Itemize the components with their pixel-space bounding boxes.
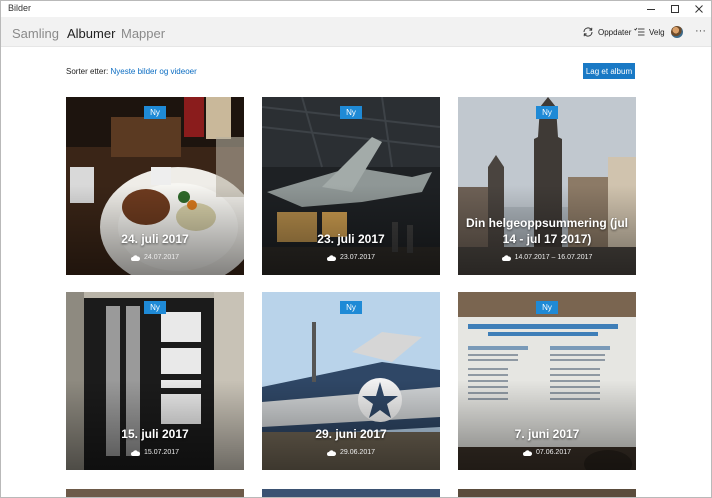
select-button[interactable]: Velg bbox=[634, 25, 665, 39]
album-date-row: 07.06.2017 bbox=[458, 449, 636, 456]
new-badge: Ny bbox=[340, 106, 362, 119]
sort-prefix: Sorter etter: bbox=[66, 67, 109, 76]
window-controls bbox=[639, 1, 711, 17]
sort-row: Sorter etter: Nyeste bilder og videoer bbox=[66, 67, 197, 76]
tab-albumer[interactable]: Albumer bbox=[67, 26, 115, 41]
album-date: 29.06.2017 bbox=[339, 449, 376, 456]
album-title: Din helgeoppsummering (jul 14 - jul 17 2… bbox=[465, 216, 628, 246]
tile-shade bbox=[262, 185, 440, 275]
new-badge: Ny bbox=[536, 106, 558, 119]
album-title: 24. juli 2017 bbox=[121, 232, 189, 246]
tab-mapper[interactable]: Mapper bbox=[121, 26, 165, 41]
maximize-icon bbox=[671, 5, 679, 13]
new-badge: Ny bbox=[144, 301, 166, 314]
album-tile[interactable]: Ny 15. juli 2017 15.07.2017 bbox=[66, 292, 244, 470]
minimize-button[interactable] bbox=[639, 1, 663, 17]
refresh-button[interactable]: Oppdater bbox=[582, 25, 631, 39]
avatar[interactable] bbox=[671, 26, 683, 38]
photos-window: Bilder Samling Albumer Mapper Oppdater V… bbox=[0, 0, 712, 498]
album-date-row: 24.07.2017 bbox=[66, 254, 244, 261]
album-date: 23.07.2017 bbox=[339, 254, 376, 261]
album-date-row: 23.07.2017 bbox=[262, 254, 440, 261]
album-title: 23. juli 2017 bbox=[317, 232, 385, 246]
select-label: Velg bbox=[649, 27, 665, 37]
new-badge: Ny bbox=[536, 301, 558, 314]
album-tile-partial[interactable] bbox=[262, 489, 440, 497]
cloud-icon bbox=[326, 254, 336, 261]
album-date: 24.07.2017 bbox=[143, 254, 180, 261]
album-tile[interactable]: Ny 29. juni 2017 29.06.2017 bbox=[262, 292, 440, 470]
more-options-button[interactable]: ··· bbox=[695, 25, 706, 37]
album-date-row: 14.07.2017 – 16.07.2017 bbox=[458, 254, 636, 261]
maximize-button[interactable] bbox=[663, 1, 687, 17]
close-icon bbox=[695, 5, 703, 13]
new-badge: Ny bbox=[144, 106, 166, 119]
tile-shade bbox=[262, 380, 440, 470]
album-date: 07.06.2017 bbox=[535, 449, 572, 456]
tile-shade bbox=[66, 185, 244, 275]
new-badge: Ny bbox=[340, 301, 362, 314]
cloud-icon bbox=[130, 449, 140, 456]
sort-dropdown[interactable]: Nyeste bilder og videoer bbox=[110, 67, 196, 76]
tab-samling[interactable]: Samling bbox=[12, 26, 59, 41]
title-bar: Bilder bbox=[1, 1, 711, 17]
album-tile[interactable]: Ny 24. juli 2017 24.07.2017 bbox=[66, 97, 244, 275]
tile-shade bbox=[66, 380, 244, 470]
create-album-button[interactable]: Lag et album bbox=[583, 63, 635, 79]
album-date: 14.07.2017 – 16.07.2017 bbox=[514, 254, 593, 261]
album-tile[interactable]: Ny 23. juli 2017 23.07.2017 bbox=[262, 97, 440, 275]
close-button[interactable] bbox=[687, 1, 711, 17]
tile-shade bbox=[458, 380, 636, 470]
album-title: 7. juni 2017 bbox=[514, 427, 580, 441]
album-title: 15. juli 2017 bbox=[121, 427, 189, 441]
cloud-icon bbox=[501, 254, 511, 261]
cloud-icon bbox=[522, 449, 532, 456]
album-tile-partial[interactable] bbox=[458, 489, 636, 497]
album-title: 29. juni 2017 bbox=[315, 427, 387, 441]
refresh-label: Oppdater bbox=[598, 27, 632, 37]
app-header: Samling Albumer Mapper Oppdater Velg ··· bbox=[1, 17, 711, 47]
album-tile-partial[interactable] bbox=[66, 489, 244, 497]
cloud-icon bbox=[326, 449, 336, 456]
cloud-icon bbox=[130, 254, 140, 261]
album-tile[interactable]: Ny 7. juni 2017 07.06.2017 bbox=[458, 292, 636, 470]
album-date-row: 29.06.2017 bbox=[262, 449, 440, 456]
app-title: Bilder bbox=[8, 3, 32, 13]
albums-content: Sorter etter: Nyeste bilder og videoer L… bbox=[1, 48, 711, 497]
refresh-icon bbox=[583, 27, 593, 37]
select-list-icon bbox=[634, 27, 645, 36]
minimize-icon bbox=[647, 9, 655, 10]
album-tile[interactable]: Ny Din helgeoppsummering (jul 14 - jul 1… bbox=[458, 97, 636, 275]
album-date: 15.07.2017 bbox=[143, 449, 180, 456]
album-date-row: 15.07.2017 bbox=[66, 449, 244, 456]
